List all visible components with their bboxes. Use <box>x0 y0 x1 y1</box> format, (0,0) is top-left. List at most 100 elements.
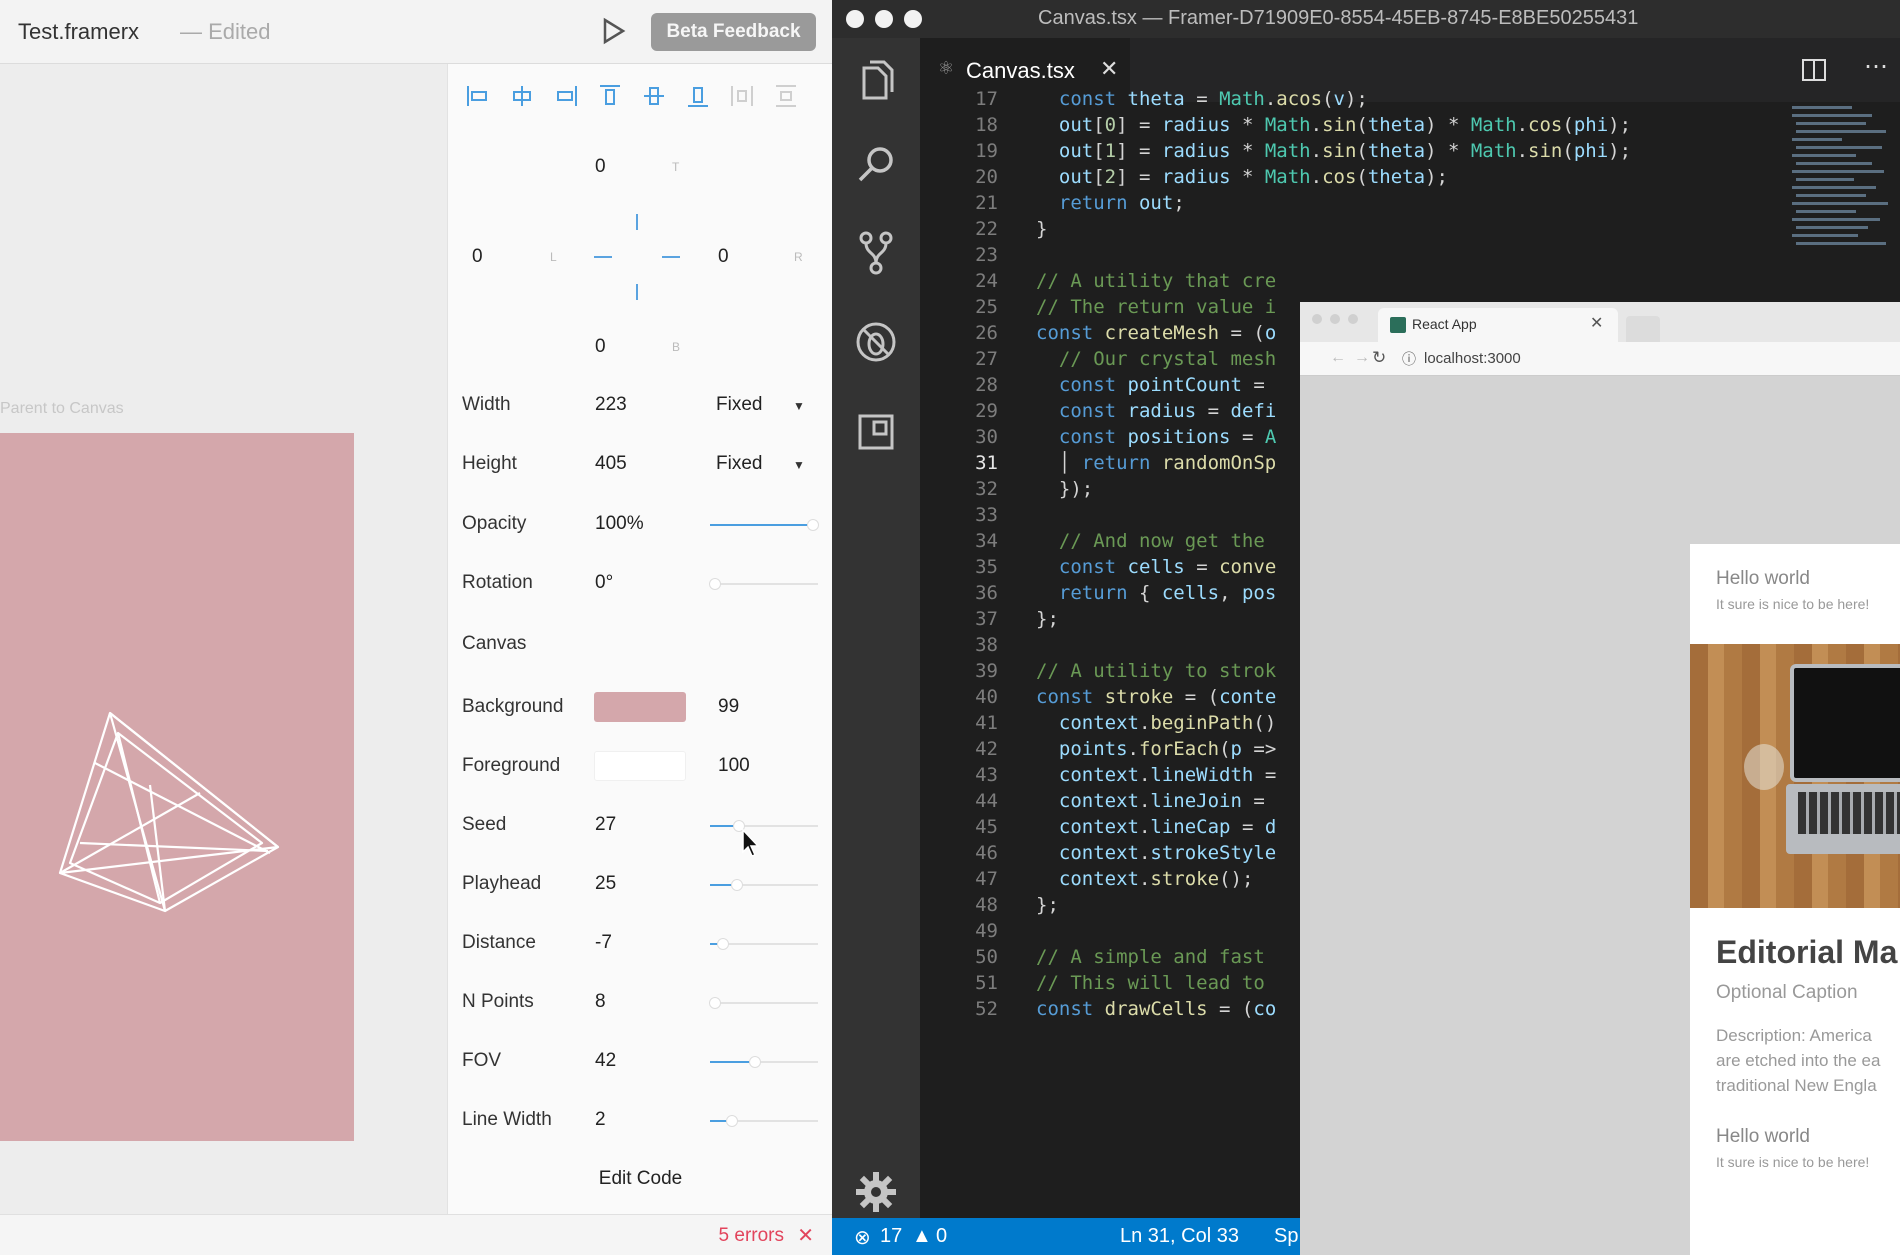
minimize-window-icon[interactable] <box>875 10 893 28</box>
more-actions-icon[interactable]: ⋯ <box>1864 52 1888 81</box>
pin-bottom-toggle[interactable] <box>636 284 638 300</box>
artboard-frame[interactable] <box>0 433 354 1141</box>
rotation-input[interactable]: 0° <box>595 572 613 594</box>
code-line: context.lineJoin = <box>1058 790 1277 812</box>
fov-label: FOV <box>462 1050 502 1071</box>
split-editor-icon[interactable] <box>1800 56 1828 84</box>
fov-input[interactable]: 42 <box>595 1050 616 1072</box>
pin-left-value[interactable]: 0 <box>472 246 483 268</box>
code-line: // A simple and fast <box>1036 946 1265 968</box>
align-bottom-icon[interactable] <box>684 82 712 110</box>
playhead-input[interactable]: 25 <box>595 873 616 895</box>
browser-address-bar: ← → ↻ ⓘ localhost:3000 <box>1300 342 1900 376</box>
zoom-window-icon[interactable] <box>904 10 922 28</box>
warning-icon[interactable]: ▲ <box>912 1225 932 1248</box>
close-window-icon[interactable] <box>1312 314 1322 324</box>
code-line: // A utility to strok <box>1036 660 1277 682</box>
extensions-icon[interactable] <box>852 408 900 456</box>
explorer-icon[interactable] <box>852 56 900 104</box>
new-tab-button[interactable] <box>1626 316 1660 342</box>
gear-icon[interactable] <box>852 1168 900 1216</box>
npoints-slider[interactable] <box>709 997 818 1009</box>
opacity-slider[interactable] <box>710 519 819 531</box>
code-line: const theta = Math.acos(v); <box>1058 88 1368 110</box>
height-input[interactable]: 405 <box>595 453 627 475</box>
code-line: // The return value i <box>1036 296 1277 318</box>
background-color-swatch[interactable] <box>594 692 686 722</box>
distance-slider[interactable] <box>710 938 818 950</box>
code-line: const createMesh = (o <box>1036 322 1277 344</box>
code-line: context.lineCap = d <box>1058 816 1277 838</box>
code-line: }; <box>1036 608 1059 630</box>
opacity-input[interactable]: 100% <box>595 513 644 535</box>
close-window-icon[interactable] <box>846 10 864 28</box>
beta-feedback-button[interactable]: Beta Feedback <box>651 13 816 51</box>
chevron-down-icon[interactable]: ▼ <box>793 458 805 472</box>
pin-right-label: R <box>794 250 803 264</box>
info-icon[interactable]: ⓘ <box>1402 349 1416 369</box>
align-center-horizontal-icon[interactable] <box>508 82 536 110</box>
close-icon[interactable]: ✕ <box>797 1223 814 1248</box>
linewidth-slider[interactable] <box>710 1115 818 1127</box>
source-control-icon[interactable] <box>852 228 900 276</box>
forward-icon[interactable]: → <box>1354 349 1370 367</box>
code-line: context.lineWidth = <box>1058 764 1277 786</box>
preview-play-icon[interactable] <box>598 16 628 46</box>
edit-code-button[interactable]: Edit Code <box>448 1168 832 1190</box>
seed-slider[interactable] <box>710 820 818 832</box>
npoints-input[interactable]: 8 <box>595 991 606 1013</box>
close-icon[interactable]: ✕ <box>1100 56 1118 82</box>
cursor-position[interactable]: Ln 31, Col 33 <box>1120 1225 1239 1248</box>
code-line: // Our crystal mesh <box>1058 348 1277 370</box>
align-left-icon[interactable] <box>464 82 492 110</box>
pin-right-toggle[interactable] <box>662 256 680 258</box>
width-input[interactable]: 223 <box>595 394 627 416</box>
document-title[interactable]: Test.framerx <box>18 19 139 45</box>
distribute-horizontal-icon[interactable] <box>728 82 756 110</box>
url-field[interactable]: localhost:3000 <box>1424 350 1521 367</box>
card-description-line: are etched into the ea <box>1716 1051 1881 1070</box>
debug-icon[interactable] <box>852 318 900 366</box>
minimap[interactable] <box>1788 102 1900 302</box>
search-icon[interactable] <box>852 140 900 188</box>
pin-right-value[interactable]: 0 <box>718 246 729 268</box>
fov-slider[interactable] <box>710 1056 818 1068</box>
pin-left-toggle[interactable] <box>594 256 612 258</box>
browser-tab[interactable]: React App ✕ <box>1378 308 1618 342</box>
pin-top-value[interactable]: 0 <box>595 156 606 178</box>
close-icon[interactable]: ✕ <box>1590 313 1603 333</box>
rotation-slider[interactable] <box>709 578 818 590</box>
pin-bottom-value[interactable]: 0 <box>595 336 606 358</box>
playhead-label: Playhead <box>462 873 542 894</box>
error-count[interactable]: 17 <box>880 1225 902 1248</box>
width-mode-select[interactable]: Fixed <box>716 394 762 416</box>
code-line: out[1] = radius * Math.sin(theta) * Math… <box>1058 140 1632 162</box>
linewidth-input[interactable]: 2 <box>595 1109 606 1131</box>
chevron-down-icon[interactable]: ▼ <box>793 399 805 413</box>
height-mode-select[interactable]: Fixed <box>716 453 762 475</box>
align-top-icon[interactable] <box>596 82 624 110</box>
foreground-value[interactable]: 100 <box>718 755 750 777</box>
distance-input[interactable]: -7 <box>595 932 612 954</box>
crystal-mesh-graphic <box>58 711 280 913</box>
code-line: context.beginPath() <box>1058 712 1277 734</box>
minimize-window-icon[interactable] <box>1330 314 1340 324</box>
edited-status[interactable]: — Edited <box>180 19 271 45</box>
pin-left-label: L <box>550 250 557 264</box>
design-canvas[interactable]: Parent to Canvas <box>0 64 447 1214</box>
zoom-window-icon[interactable] <box>1348 314 1358 324</box>
pin-top-toggle[interactable] <box>636 214 638 230</box>
playhead-slider[interactable] <box>710 879 818 891</box>
back-icon[interactable]: ← <box>1330 349 1346 367</box>
indentation-status[interactable]: Sp <box>1274 1225 1298 1248</box>
align-right-icon[interactable] <box>552 82 580 110</box>
reload-icon[interactable]: ↻ <box>1372 348 1386 368</box>
background-value[interactable]: 99 <box>718 696 739 718</box>
align-center-vertical-icon[interactable] <box>640 82 668 110</box>
warning-count[interactable]: 0 <box>936 1225 947 1248</box>
errors-count[interactable]: 5 errors <box>719 1225 784 1247</box>
distribute-vertical-icon[interactable] <box>772 82 800 110</box>
error-icon[interactable]: ⊗ <box>854 1225 871 1250</box>
foreground-color-swatch[interactable] <box>594 751 686 781</box>
seed-input[interactable]: 27 <box>595 814 616 836</box>
